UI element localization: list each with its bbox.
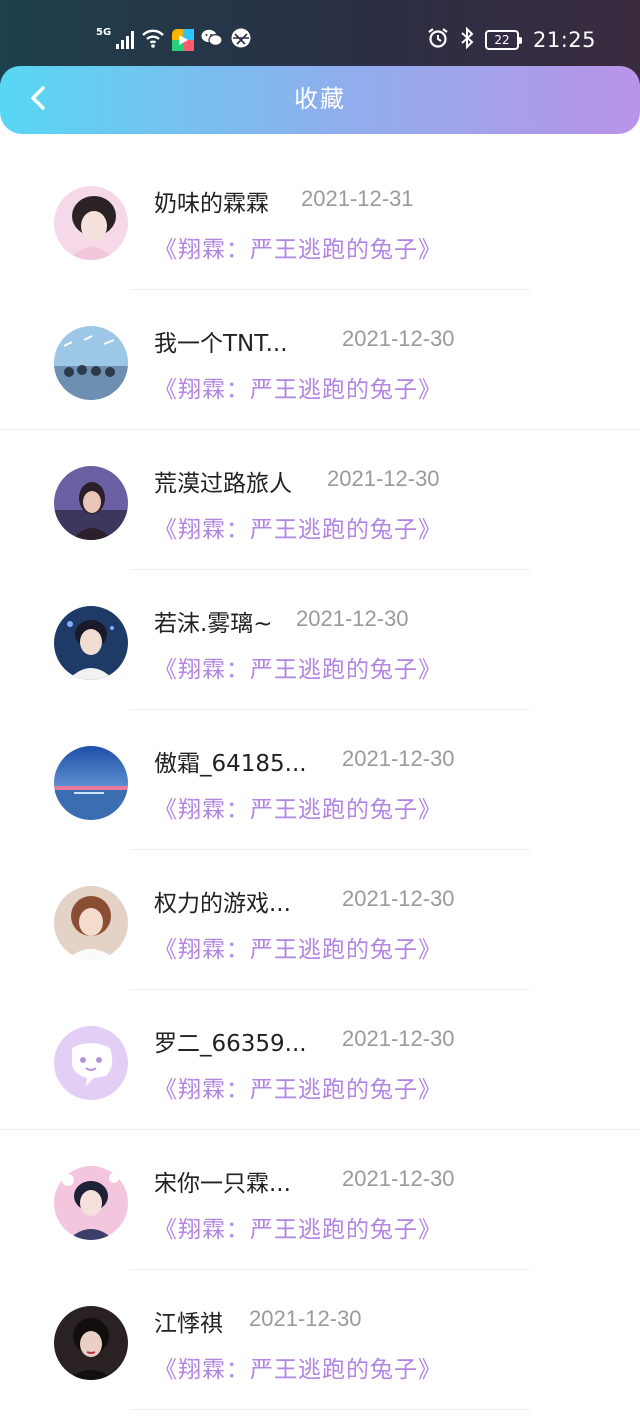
status-bar-right: 22 21:25 bbox=[427, 26, 596, 54]
user-name: 荒漠过路旅人 bbox=[154, 471, 292, 497]
favorite-date: 2021-12-30 bbox=[342, 326, 455, 351]
user-name: 权力的游戏... bbox=[154, 891, 291, 917]
book-title-link[interactable]: 《翔霖：严王逃跑的兔子》 bbox=[154, 370, 442, 404]
list-item[interactable]: 若沫.雾璃~ 2021-12-30 《翔霖：严王逃跑的兔子》 bbox=[0, 570, 640, 710]
favorite-date: 2021-12-30 bbox=[249, 1306, 362, 1331]
favorite-date: 2021-12-31 bbox=[301, 186, 414, 211]
favorite-date: 2021-12-30 bbox=[327, 466, 440, 491]
list-item[interactable]: 奶味的霖霖 2021-12-31 《翔霖：严王逃跑的兔子》 bbox=[0, 150, 640, 290]
avatar[interactable] bbox=[54, 466, 128, 540]
book-title-link[interactable]: 《翔霖：严王逃跑的兔子》 bbox=[154, 1350, 442, 1384]
list-item[interactable]: 荒漠过路旅人 2021-12-30 《翔霖：严王逃跑的兔子》 bbox=[0, 430, 640, 570]
avatar[interactable] bbox=[54, 186, 128, 260]
list-item[interactable]: 傲霜_64185... 2021-12-30 《翔霖：严王逃跑的兔子》 bbox=[0, 710, 640, 850]
favorite-date: 2021-12-30 bbox=[296, 606, 409, 631]
signal-icon bbox=[116, 31, 135, 49]
wifi-icon bbox=[141, 28, 165, 52]
user-name: 若沫.雾璃~ bbox=[154, 611, 273, 637]
favorite-date: 2021-12-30 bbox=[342, 1166, 455, 1191]
user-name: 奶味的霖霖 bbox=[154, 191, 269, 217]
book-title-link[interactable]: 《翔霖：严王逃跑的兔子》 bbox=[154, 650, 442, 684]
avatar[interactable] bbox=[54, 1026, 128, 1100]
avatar[interactable] bbox=[54, 746, 128, 820]
book-title-link[interactable]: 《翔霖：严王逃跑的兔子》 bbox=[154, 1070, 442, 1104]
user-name: 罗二_66359... bbox=[154, 1031, 307, 1057]
avatar[interactable] bbox=[54, 326, 128, 400]
avatar[interactable] bbox=[54, 886, 128, 960]
browser-icon bbox=[230, 27, 252, 53]
battery-icon: 22 bbox=[484, 30, 522, 50]
book-title-link[interactable]: 《翔霖：严王逃跑的兔子》 bbox=[154, 790, 442, 824]
page-title: 收藏 bbox=[294, 85, 346, 113]
avatar[interactable] bbox=[54, 1306, 128, 1380]
network-type: 5G bbox=[96, 27, 112, 38]
list-item[interactable]: 权力的游戏... 2021-12-30 《翔霖：严王逃跑的兔子》 bbox=[0, 850, 640, 990]
status-bar-left: 5G bbox=[96, 26, 252, 54]
book-title-link[interactable]: 《翔霖：严王逃跑的兔子》 bbox=[154, 230, 442, 264]
user-name: 我一个TNT... bbox=[154, 331, 288, 357]
avatar[interactable] bbox=[54, 606, 128, 680]
avatar[interactable] bbox=[54, 1166, 128, 1240]
header-bar: 收藏 bbox=[0, 66, 640, 134]
book-title-link[interactable]: 《翔霖：严王逃跑的兔子》 bbox=[154, 510, 442, 544]
user-name: 宋你一只霖... bbox=[154, 1171, 291, 1197]
favorite-date: 2021-12-30 bbox=[342, 1026, 455, 1051]
favorite-date: 2021-12-30 bbox=[342, 746, 455, 771]
clock: 21:25 bbox=[532, 28, 596, 52]
list-item[interactable]: 宋你一只霖... 2021-12-30 《翔霖：严王逃跑的兔子》 bbox=[0, 1130, 640, 1270]
divider bbox=[130, 1409, 530, 1410]
list-item[interactable]: 罗二_66359... 2021-12-30 《翔霖：严王逃跑的兔子》 bbox=[0, 990, 640, 1130]
alarm-icon bbox=[427, 27, 449, 53]
user-name: 江悸祺 bbox=[154, 1311, 223, 1337]
battery-level: 22 bbox=[494, 33, 510, 47]
wechat-icon bbox=[201, 28, 223, 52]
app-icon bbox=[172, 29, 195, 51]
book-title-link[interactable]: 《翔霖：严王逃跑的兔子》 bbox=[154, 930, 442, 964]
favorites-list: 奶味的霖霖 2021-12-31 《翔霖：严王逃跑的兔子》 我一个TNT... … bbox=[0, 150, 640, 1410]
list-item[interactable]: 我一个TNT... 2021-12-30 《翔霖：严王逃跑的兔子》 bbox=[0, 290, 640, 430]
bluetooth-icon bbox=[459, 26, 475, 54]
book-title-link[interactable]: 《翔霖：严王逃跑的兔子》 bbox=[154, 1210, 442, 1244]
list-item[interactable]: 江悸祺 2021-12-30 《翔霖：严王逃跑的兔子》 bbox=[0, 1270, 640, 1410]
user-name: 傲霜_64185... bbox=[154, 751, 307, 777]
favorite-date: 2021-12-30 bbox=[342, 886, 455, 911]
